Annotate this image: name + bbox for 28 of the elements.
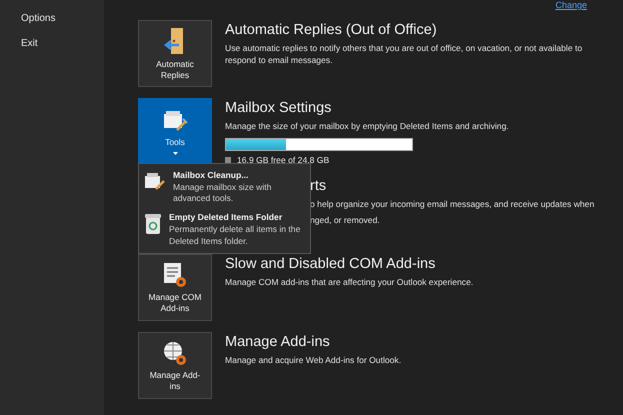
list-gear-icon: [162, 260, 188, 289]
menu-item-title: Mailbox Cleanup...: [173, 170, 250, 180]
menu-item[interactable]: Empty Deleted Items Folder Permanently delete all items in the Deleted Items folder.: [143, 212, 306, 247]
section-description: Manage the size of your mailbox by emptying Deleted Items and archiving.: [225, 120, 510, 132]
sidebar-item[interactable]: Options: [0, 13, 104, 24]
menu-item[interactable]: Mailbox Cleanup... Manage mailbox size with advanced tools.: [143, 170, 306, 204]
mailbox-broom-icon: [143, 170, 167, 192]
section-title: Slow and Disabled COM Add-ins: [225, 256, 436, 272]
section-title: Automatic Replies (Out of Office): [225, 22, 438, 38]
sidebar-item[interactable]: Exit: [0, 38, 104, 49]
storage-reading: 16.9 GB free of 24.8 GB: [237, 155, 330, 165]
section-description: Use automatic replies to notify others that you are out of office, on vacation, or not available to respond to email messages.: [225, 42, 584, 67]
tile-button[interactable]: Manage COM Add-ins: [138, 254, 212, 321]
caret-icon: [172, 152, 178, 155]
legend-swatch: [225, 157, 231, 163]
tile-button[interactable]: Automatic Replies: [138, 20, 212, 87]
section-title: rts: [310, 178, 328, 194]
menu-item-description: Permanently delete all items in the Deleted Items folder.: [169, 224, 302, 247]
menu-item-title: Empty Deleted Items Folder: [169, 212, 284, 222]
section-title: Mailbox Settings: [225, 100, 332, 116]
section-description: Manage COM add-ins that are affecting your Outlook experience.: [225, 276, 474, 288]
tile-button[interactable]: Manage Add-ins: [138, 332, 212, 399]
section-description: Manage and acquire Web Add-ins for Outlook.: [225, 354, 402, 366]
tile-button[interactable]: Tools: [138, 98, 212, 165]
section-title: Manage Add-ins: [225, 334, 331, 350]
change-link[interactable]: Change: [555, 0, 587, 10]
recycle-bin-icon: [143, 212, 163, 236]
menu-item-description: Manage mailbox size with advanced tools.: [173, 182, 272, 204]
